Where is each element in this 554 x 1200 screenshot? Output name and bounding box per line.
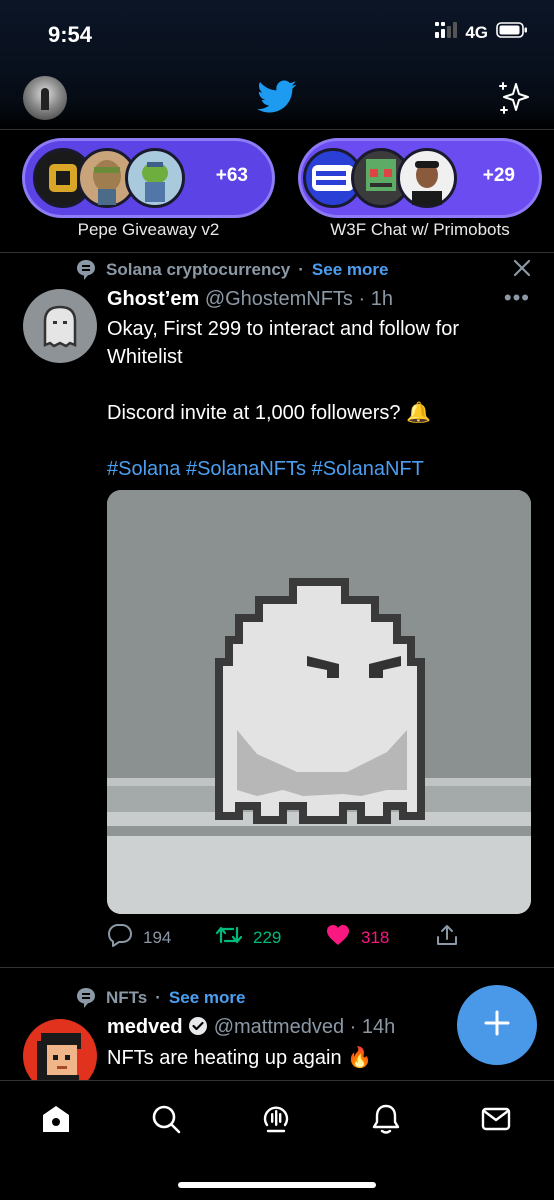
compose-button[interactable] — [457, 985, 537, 1065]
retweet-button[interactable]: 229 — [215, 923, 281, 952]
retweet-icon — [215, 923, 243, 952]
author-avatar[interactable] — [23, 1019, 97, 1080]
tweet[interactable]: Solana cryptocurrency · See more Ghost’e… — [0, 253, 554, 968]
like-button[interactable]: 318 — [325, 923, 389, 952]
tweet-image[interactable] — [107, 490, 531, 914]
separator: · — [344, 1016, 362, 1038]
share-icon — [435, 923, 459, 952]
tweet-text-line: Okay, First 299 to interact and follow f… — [107, 318, 460, 368]
author-avatar[interactable] — [23, 289, 97, 363]
topic-name[interactable]: NFTs — [106, 988, 147, 1008]
verified-icon — [188, 1016, 208, 1042]
space-listener-count: +63 — [215, 165, 248, 186]
topic-name[interactable]: Solana cryptocurrency — [106, 260, 290, 280]
topic-context: Solana cryptocurrency · See more — [74, 259, 388, 281]
status-indicators: 4G — [435, 22, 528, 43]
reply-icon — [107, 923, 133, 952]
mail-icon[interactable] — [478, 1101, 514, 1142]
space-card-pepe[interactable]: +63 — [22, 138, 275, 218]
see-more-link[interactable]: See more — [169, 988, 246, 1008]
sparkle-icon[interactable] — [496, 80, 532, 121]
tweet-time: 1h — [370, 288, 393, 310]
search-icon[interactable] — [148, 1101, 184, 1142]
network-label: 4G — [465, 22, 488, 42]
space-avatar — [397, 148, 457, 208]
space-listener-count: +29 — [482, 165, 515, 186]
status-time: 9:54 — [48, 22, 93, 47]
space-title: Pepe Giveaway v2 — [77, 220, 220, 239]
topic-icon — [74, 987, 98, 1009]
author-name[interactable]: Ghost’em — [107, 288, 199, 310]
topic-context: NFTs · See more — [74, 987, 245, 1009]
space-avatar — [125, 148, 185, 208]
author-handle[interactable]: @mattmedved — [214, 1016, 344, 1038]
like-count: 318 — [361, 927, 390, 947]
author-handle[interactable]: @GhostemNFTs — [205, 288, 353, 310]
tweet-actions: 194 229 318 — [107, 923, 531, 955]
tweet-header: medved @mattmedved · 14h — [107, 1016, 395, 1042]
heart-icon — [325, 923, 351, 952]
space-title: W3F Chat w/ Primobots — [330, 220, 510, 239]
retweet-count: 229 — [253, 927, 282, 947]
close-icon[interactable] — [512, 258, 532, 283]
status-bar: 9:54 4G — [0, 0, 554, 70]
top-bar — [0, 70, 554, 130]
separator: · — [298, 260, 304, 279]
separator: · — [155, 988, 161, 1007]
tweet-text-line: Discord invite at 1,000 followers? 🔔 — [107, 402, 431, 424]
home-icon[interactable] — [38, 1101, 74, 1142]
battery-icon — [496, 22, 528, 43]
see-more-link[interactable]: See more — [312, 260, 389, 280]
tweet-header: Ghost’em @GhostemNFTs · 1h — [107, 288, 393, 311]
more-icon[interactable]: ••• — [504, 285, 530, 311]
tweet-hashtags[interactable]: #Solana #SolanaNFTs #SolanaNFT — [107, 455, 527, 483]
spaces-icon[interactable] — [258, 1101, 294, 1142]
tweet-text: Okay, First 299 to interact and follow f… — [107, 315, 527, 483]
compose-plus-icon — [482, 1008, 512, 1043]
reply-count: 194 — [143, 927, 172, 947]
bell-icon[interactable] — [368, 1101, 404, 1142]
signal-icon — [435, 22, 458, 43]
profile-avatar[interactable] — [23, 76, 67, 120]
author-name[interactable]: medved — [107, 1016, 183, 1038]
avatar-figure — [41, 88, 49, 110]
space-card-w3f[interactable]: +29 — [298, 138, 542, 218]
tweet-time: 14h — [361, 1016, 396, 1038]
spaces-bar: +63 Pepe Giveaway v2 +29 W3F Chat w/ Pri… — [0, 131, 554, 253]
topic-icon — [74, 259, 98, 281]
separator: · — [352, 288, 371, 310]
twitter-bird-icon[interactable] — [257, 80, 297, 119]
home-indicator[interactable] — [178, 1182, 376, 1188]
share-button[interactable] — [435, 923, 459, 952]
reply-button[interactable]: 194 — [107, 923, 171, 952]
